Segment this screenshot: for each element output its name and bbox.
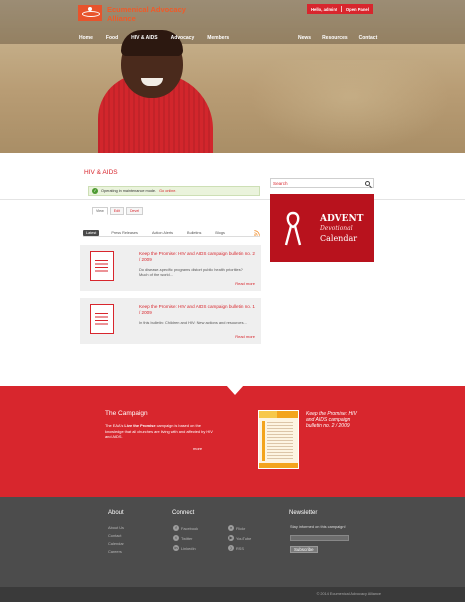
site-logo[interactable]: Ecumenical Advocacy Alliance xyxy=(78,5,186,23)
post-title[interactable]: Keep the Promise: HIV and AIDS campaign … xyxy=(139,304,257,316)
user-bar: Hello, admin! Open Panel xyxy=(307,4,373,14)
logo-icon xyxy=(78,5,102,21)
open-panel-link[interactable]: Open Panel xyxy=(346,7,369,12)
footer-link-facebook[interactable]: Facebook xyxy=(181,526,198,531)
footer-link-calendar[interactable]: Calendar xyxy=(108,541,124,546)
flickr-icon[interactable]: ● xyxy=(228,525,234,531)
tab-edit[interactable]: Edit xyxy=(109,207,124,215)
list-item: Keep the Promise: HIV and AIDS campaign … xyxy=(80,298,261,344)
advent-calendar-banner[interactable]: ADVENT Devotional Calendar xyxy=(270,194,374,262)
hero-ground xyxy=(250,60,450,153)
bulletin-title[interactable]: Keep the Promise: HIV and AIDS campaign … xyxy=(306,411,366,429)
tab-latest[interactable]: Latest xyxy=(83,229,100,236)
campaign-heading: The Campaign xyxy=(105,410,148,417)
subscribe-button[interactable]: Subscribe xyxy=(290,546,318,553)
divider xyxy=(0,199,465,200)
nav-item-home[interactable]: Home xyxy=(79,35,93,41)
footer-link-flickr[interactable]: Flickr xyxy=(236,526,245,531)
nav-item-contact[interactable]: Contact xyxy=(359,35,378,41)
content-tabs: Latest Press Releases Action Alerts Bull… xyxy=(83,229,260,237)
youtube-icon[interactable]: ▶ xyxy=(228,535,234,541)
document-icon xyxy=(90,251,114,281)
check-icon: ✓ xyxy=(92,188,98,194)
newsletter-text: Stay informed on this campaign! xyxy=(290,524,346,529)
search-input[interactable]: Search xyxy=(270,178,374,188)
footer-link-careers[interactable]: Careers xyxy=(108,549,122,554)
footer: About About Us Contact Calendar Careers … xyxy=(0,497,465,587)
footer-bottom-bar: © 2014 Ecumenical Advocacy Alliance xyxy=(0,587,465,602)
advent-subtitle: Devotional xyxy=(320,225,353,232)
nav-item-news[interactable]: News xyxy=(298,35,311,41)
newsletter-email-field[interactable] xyxy=(290,535,349,541)
read-more-link[interactable]: Read more xyxy=(235,334,255,339)
nav-item-advocacy[interactable]: Advocacy xyxy=(171,35,195,41)
rss-icon[interactable] xyxy=(254,230,260,236)
nav-item-members[interactable]: Members xyxy=(207,35,229,41)
copyright-text: © 2014 Ecumenical Advocacy Alliance xyxy=(316,592,381,596)
post-title[interactable]: Keep the Promise: HIV and AIDS campaign … xyxy=(139,251,257,263)
page-title: HIV & AIDS xyxy=(84,169,118,176)
post-excerpt: In this bulletin: Children and HIV: New … xyxy=(139,320,247,325)
footer-link-contact[interactable]: Contact xyxy=(108,533,121,538)
list-item: Keep the Promise: HIV and AIDS campaign … xyxy=(80,245,261,291)
main-nav: Home Food HIV & AIDS Advocacy Members xyxy=(79,35,242,41)
tab-blogs[interactable]: Blogs xyxy=(215,231,225,235)
tab-bulletins[interactable]: Bulletins xyxy=(187,231,201,235)
footer-about-heading: About xyxy=(108,510,124,516)
footer-link-linkedin[interactable]: LinkedIn xyxy=(181,546,196,551)
footer-newsletter-heading: Newsletter xyxy=(289,510,318,516)
search-placeholder: Search xyxy=(273,181,288,186)
status-message: ✓ Operating in maintenance mode. Go onli… xyxy=(88,186,260,196)
advent-title: ADVENT xyxy=(320,214,364,224)
hero-child-hair xyxy=(121,30,183,56)
document-icon xyxy=(90,304,114,334)
go-online-link[interactable]: Go online. xyxy=(159,189,176,193)
secondary-nav: News Resources Contact xyxy=(298,35,388,41)
tab-view[interactable]: View xyxy=(92,207,108,215)
hero-banner xyxy=(0,0,465,153)
search-icon[interactable] xyxy=(365,181,370,186)
post-excerpt: Do disease-specific programs distort pub… xyxy=(139,267,243,278)
advent-subtitle-2: Calendar xyxy=(320,234,358,243)
footer-link-rss[interactable]: RSS xyxy=(236,546,244,551)
status-text: Operating in maintenance mode. xyxy=(101,189,157,193)
campaign-text: The EAA's Live the Promise campaign is b… xyxy=(105,423,213,440)
logo-text: Ecumenical Advocacy Alliance xyxy=(107,5,186,23)
read-more-link[interactable]: Read more xyxy=(235,281,255,286)
footer-link-about-us[interactable]: About Us xyxy=(108,525,124,530)
red-ribbon-icon xyxy=(284,211,302,246)
campaign-more-link[interactable]: more xyxy=(193,446,202,451)
twitter-icon[interactable]: t xyxy=(173,535,179,541)
linkedin-icon[interactable]: in xyxy=(173,545,179,551)
view-tabs: View Edit Devel xyxy=(92,207,144,215)
nav-item-food[interactable]: Food xyxy=(106,35,118,41)
footer-link-youtube[interactable]: YouTube xyxy=(236,536,251,541)
tab-devel[interactable]: Devel xyxy=(125,207,144,215)
footer-connect-heading: Connect xyxy=(172,510,195,516)
divider xyxy=(341,6,342,12)
campaign-section: The Campaign The EAA's Live the Promise … xyxy=(0,385,465,497)
section-arrow xyxy=(226,385,244,395)
user-greeting[interactable]: Hello, admin! xyxy=(311,7,337,12)
tab-action-alerts[interactable]: Action Alerts xyxy=(152,231,173,235)
nav-item-hiv-aids[interactable]: HIV & AIDS xyxy=(131,35,157,41)
footer-link-twitter[interactable]: Twitter xyxy=(181,536,192,541)
facebook-icon[interactable]: f xyxy=(173,525,179,531)
nav-item-resources[interactable]: Resources xyxy=(322,35,348,41)
rss-icon[interactable]: ) xyxy=(228,545,234,551)
bulletin-cover-image[interactable] xyxy=(258,410,299,469)
tab-press-releases[interactable]: Press Releases xyxy=(111,231,138,235)
